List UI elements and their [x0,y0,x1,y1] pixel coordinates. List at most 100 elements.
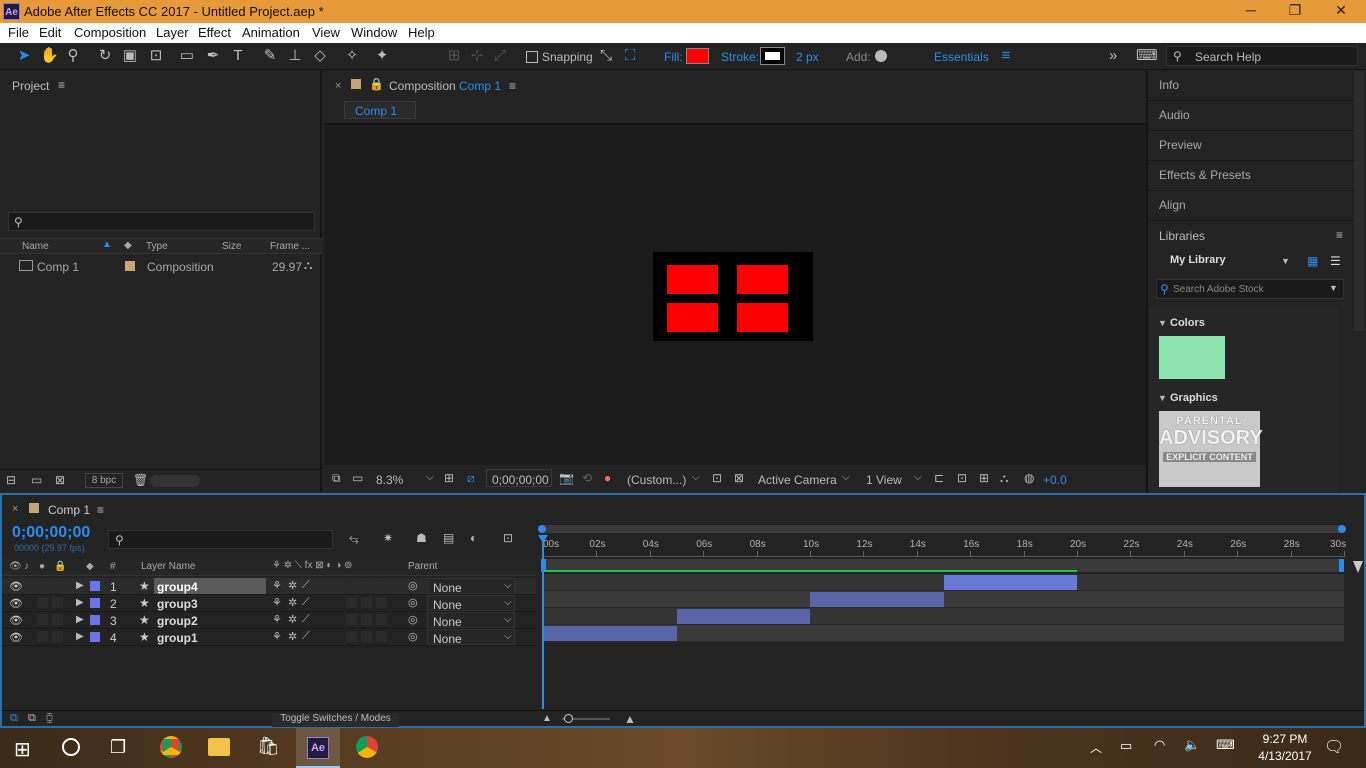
audio-panel[interactable]: Audio [1148,101,1354,131]
stroke-swatch[interactable] [760,47,785,65]
fit-icon[interactable]: ⊞ [444,471,454,485]
collapse-switch-icon[interactable]: ✲ [288,596,297,609]
col-layer-name[interactable]: Layer Name [141,561,195,572]
3d-layer-toggle[interactable] [376,580,387,591]
expand-triangle-icon[interactable]: ▶ [76,631,84,642]
motion-blur-toggle[interactable] [346,631,357,642]
col-type[interactable]: Type [146,241,168,252]
comp-flowchart-icon[interactable]: ⊞ [979,471,989,485]
keyboard-icon[interactable]: ⌨ [1216,737,1235,753]
collapse-switch-icon[interactable]: ✲ [288,613,297,626]
label-color-swatch[interactable] [125,261,135,271]
fill-swatch[interactable] [686,48,709,64]
current-time-indicator[interactable] [542,539,544,709]
shy-switch-icon[interactable]: ⚘ [272,596,282,609]
draft-3d-icon[interactable]: ✷ [383,531,393,545]
lock-toggle[interactable] [52,580,63,591]
adjustment-toggle[interactable] [361,580,372,591]
more-workspaces-icon[interactable]: » [1109,47,1117,64]
zoom-in-icon[interactable]: ▲ [624,712,636,726]
reset-exposure-icon[interactable]: ◍ [1024,471,1034,485]
pickwhip-icon[interactable]: ◎ [408,596,418,609]
timeline-tab-name[interactable]: Comp 1 [48,503,90,517]
menu-view[interactable]: View [312,25,340,40]
channels-icon[interactable]: ● [604,471,611,485]
grid-view-icon[interactable]: ▦ [1307,254,1318,268]
menu-file[interactable]: File [8,25,29,40]
col-frame-rate[interactable]: Frame ... [270,241,310,252]
lock-toggle[interactable] [52,631,63,642]
rotate-tool-icon[interactable]: ↻ [96,47,114,65]
close-tab-icon[interactable]: × [335,80,341,92]
motion-blur-toggle[interactable] [346,580,357,591]
3d-layer-toggle[interactable] [376,614,387,625]
menu-help[interactable]: Help [408,25,435,40]
new-folder-icon[interactable]: ▭ [31,473,42,487]
layer-duration-bar[interactable] [543,626,677,641]
navigator-end-handle[interactable] [1338,525,1346,533]
comp-mini-flowchart-icon[interactable]: ⥃ [349,531,359,546]
shy-switch-icon[interactable]: ⚘ [272,613,282,626]
panel-menu-icon[interactable]: ≡ [58,78,65,92]
transparency-grid-icon[interactable]: ⊠ [734,471,744,485]
shy-switch-icon[interactable]: ⚘ [272,630,282,643]
time-navigator[interactable] [538,525,1346,533]
visibility-eye-icon[interactable]: 👁 [9,614,23,627]
lock-toggle[interactable] [52,597,63,608]
brush-tool-icon[interactable]: ✎ [261,47,279,65]
eraser-tool-icon[interactable]: ◇ [311,47,329,65]
library-select[interactable]: My Library [1156,254,1296,272]
expand-triangle-icon[interactable]: ▶ [76,614,84,625]
layer-duration-bar[interactable] [810,592,944,607]
layer-duration-bar[interactable] [676,609,810,624]
flowchart-icon[interactable]: ⛬ [1000,471,1008,486]
adjustment-toggle[interactable] [361,631,372,642]
timeline-search-input[interactable]: ⚲ [108,530,333,549]
col-size[interactable]: Size [222,241,241,252]
file-explorer-icon[interactable] [208,738,230,756]
pickwhip-icon[interactable]: ◎ [408,579,418,592]
3d-layer-toggle[interactable] [376,597,387,608]
comp-canvas[interactable] [653,252,813,341]
pickwhip-icon[interactable]: ◎ [408,630,418,643]
project-item-row[interactable]: Comp 1 Composition 29.97 ⛬ [0,257,322,275]
quality-switch-icon[interactable]: ⟋ [302,579,310,592]
solo-toggle[interactable] [37,597,48,608]
solo-toggle[interactable] [37,631,48,642]
quality-switch-icon[interactable]: ⟋ [302,596,310,609]
red-rectangle-group4[interactable] [667,265,718,294]
thumbnail-scrollbar[interactable] [150,475,200,487]
chrome-icon[interactable] [356,736,378,758]
clock-date[interactable]: 4/13/2017 [1255,749,1315,763]
shy-switch-icon[interactable]: ⚘ [272,579,282,592]
show-hidden-icons[interactable]: ︿ [1090,739,1102,756]
expand-icon[interactable]: ▼ [1158,393,1167,403]
sync-settings-icon[interactable]: ⌨ [1136,47,1158,65]
rectangle-tool-icon[interactable]: ▭ [178,47,196,65]
motion-blur-icon[interactable]: ◐ [470,531,477,545]
visibility-eye-icon[interactable]: 👁 [9,580,23,593]
menu-window[interactable]: Window [351,25,397,40]
layer-row[interactable]: 👁 ▶ 4 ★ group1 ⚘ ✲ ⟋ ◎ None ⌵ [2,629,536,646]
parent-select[interactable]: None [427,629,515,646]
collapse-switch-icon[interactable]: ✲ [288,630,297,643]
hide-shy-layers-icon[interactable]: ☗ [416,531,427,545]
resolution-select[interactable]: (Custom...) [627,473,686,487]
interpret-footage-icon[interactable]: ⊟ [6,473,16,487]
close-button[interactable]: ✕ [1326,2,1356,19]
workspace-essentials[interactable]: Essentials [934,50,989,64]
parent-select[interactable]: None [427,612,515,629]
puppet-pin-tool-icon[interactable]: ✦ [373,47,391,65]
red-rectangle-group3[interactable] [737,265,788,294]
menu-composition[interactable]: Composition [74,25,146,40]
fast-previews-icon[interactable]: ⊡ [712,471,722,485]
roto-brush-tool-icon[interactable]: ✧ [343,47,361,65]
stroke-width-value[interactable]: 2 px [796,50,819,64]
expand-in-out-icon[interactable]: ⧮ [46,712,53,725]
pen-tool-icon[interactable]: ✒ [204,47,222,65]
right-scrollbar[interactable] [1354,71,1364,331]
store-icon[interactable]: 🛍 [257,736,280,757]
snapping-checkbox[interactable] [526,51,538,63]
navigator-start-handle[interactable] [538,525,546,533]
label-color-swatch[interactable] [90,598,100,608]
